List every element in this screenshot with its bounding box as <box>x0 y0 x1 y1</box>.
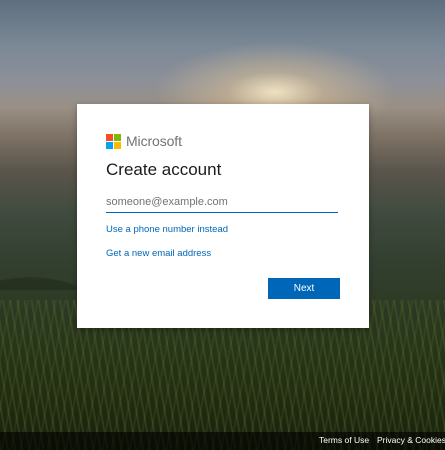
privacy-cookies-link[interactable]: Privacy & Cookies <box>377 435 445 445</box>
next-button[interactable]: Next <box>268 278 340 299</box>
logo-square-green <box>114 133 121 141</box>
logo-square-yellow <box>114 141 121 149</box>
background-landscape: Microsoft Create account Use a phone num… <box>0 0 445 450</box>
logo-square-blue <box>106 141 113 149</box>
brand-name: Microsoft <box>126 133 182 149</box>
footer-bar: Terms of Use Privacy & Cookies <box>0 432 445 450</box>
get-new-email-link[interactable]: Get a new email address <box>106 248 211 259</box>
brand: Microsoft <box>106 133 182 149</box>
use-phone-number-link[interactable]: Use a phone number instead <box>106 224 228 235</box>
terms-of-use-link[interactable]: Terms of Use <box>319 435 369 445</box>
microsoft-logo-icon <box>106 133 121 149</box>
sign-up-card: Microsoft Create account Use a phone num… <box>77 104 369 328</box>
logo-square-red <box>106 133 113 141</box>
page-title: Create account <box>106 160 222 179</box>
email-input[interactable] <box>106 192 338 213</box>
